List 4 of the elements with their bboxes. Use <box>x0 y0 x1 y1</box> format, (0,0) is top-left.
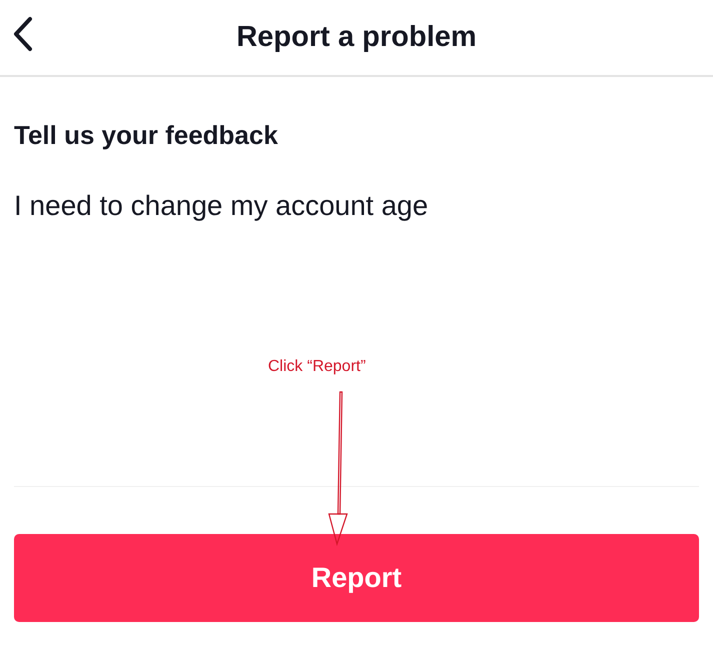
report-button[interactable]: Report <box>14 534 699 622</box>
page-title: Report a problem <box>236 20 477 55</box>
annotation-text: Click “Report” <box>268 357 366 377</box>
feedback-label: Tell us your feedback <box>14 119 279 151</box>
